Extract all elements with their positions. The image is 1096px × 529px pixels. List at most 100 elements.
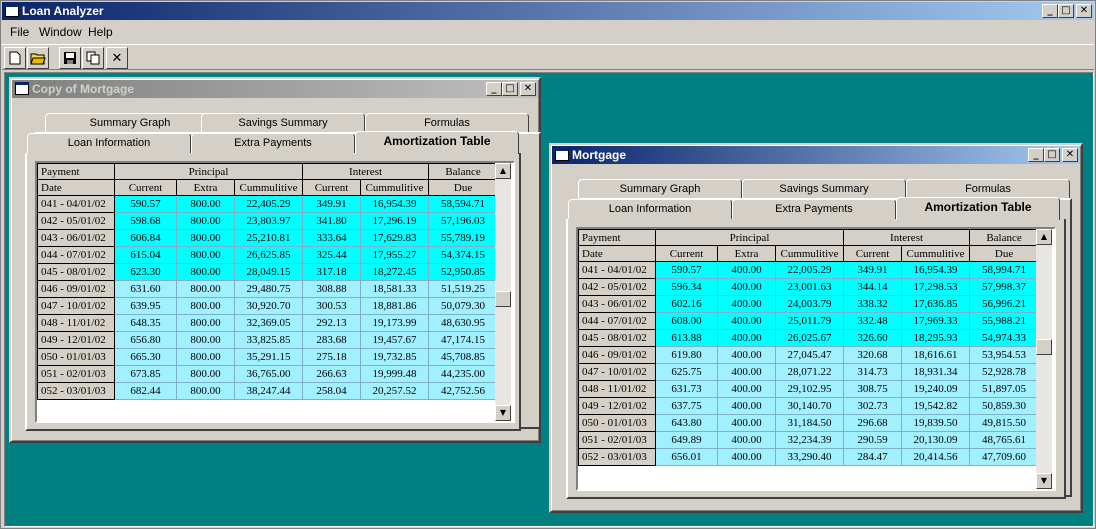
scroll-down-arrow[interactable]: ▼ <box>495 405 511 421</box>
menu-window[interactable]: Window <box>39 25 82 39</box>
table-cell[interactable]: 631.60 <box>114 280 177 298</box>
table-cell[interactable]: 333.64 <box>302 229 362 247</box>
table-cell[interactable]: 16,954.39 <box>901 261 971 279</box>
menu-file[interactable]: File <box>10 25 29 39</box>
table-cell[interactable]: 55,789.19 <box>428 229 499 247</box>
window-titlebar[interactable]: Mortgage _ □ ✕ <box>552 146 1080 164</box>
table-cell[interactable]: 656.80 <box>114 331 177 349</box>
table-cell[interactable]: 619.80 <box>655 346 718 364</box>
table-cell[interactable]: 20,257.52 <box>360 382 430 400</box>
tab-savings-summary[interactable]: Savings Summary <box>201 113 365 134</box>
copy-icon[interactable] <box>82 47 104 69</box>
table-cell[interactable]: 22,005.29 <box>774 261 845 279</box>
table-cell[interactable]: 800.00 <box>176 229 235 247</box>
table-cell[interactable]: 29,102.95 <box>774 380 845 398</box>
maximize-button[interactable]: □ <box>1044 148 1060 162</box>
table-cell[interactable]: 623.30 <box>114 263 177 281</box>
table-cell[interactable]: 19,240.09 <box>901 380 971 398</box>
table-row[interactable]: 042 - 05/01/02 596.34 400.00 23,001.63 344.1… <box>578 278 1040 296</box>
close-button[interactable]: ✕ <box>520 82 536 96</box>
table-row[interactable]: 041 - 04/01/02 590.57 800.00 22,405.29 349.9… <box>37 195 499 213</box>
table-row[interactable]: 046 - 09/01/02 631.60 800.00 29,480.75 308.8… <box>37 280 499 298</box>
table-cell[interactable]: 400.00 <box>717 329 776 347</box>
table-cell[interactable]: 344.14 <box>843 278 903 296</box>
table-cell[interactable]: 19,999.48 <box>360 365 430 383</box>
table-cell[interactable]: 19,732.85 <box>360 348 430 366</box>
table-cell[interactable]: 625.75 <box>655 363 718 381</box>
open-icon[interactable] <box>27 47 49 69</box>
table-cell[interactable]: 58,594.71 <box>428 195 499 213</box>
window-mortgage[interactable]: Mortgage _ □ ✕ Summary Graph Savings Sum… <box>549 143 1083 513</box>
table-cell[interactable]: 18,581.33 <box>360 280 430 298</box>
table-cell[interactable]: 18,295.93 <box>901 329 971 347</box>
table-cell[interactable]: 283.68 <box>302 331 362 349</box>
minimize-button[interactable]: _ <box>486 82 502 96</box>
table-cell[interactable]: 18,616.61 <box>901 346 971 364</box>
table-row[interactable]: 042 - 05/01/02 598.68 800.00 23,803.97 341.8… <box>37 212 499 230</box>
table-cell[interactable]: 30,920.70 <box>233 297 304 315</box>
table-cell[interactable]: 18,931.34 <box>901 363 971 381</box>
table-cell[interactable]: 656.01 <box>655 448 718 466</box>
table-cell[interactable]: 23,803.97 <box>233 212 304 230</box>
table-cell[interactable]: 52,928.78 <box>969 363 1040 381</box>
table-cell[interactable]: 17,298.53 <box>901 278 971 296</box>
table-row[interactable]: 041 - 04/01/02 590.57 400.00 22,005.29 349.9… <box>578 261 1040 279</box>
vertical-scrollbar[interactable]: ▲ ▼ <box>495 163 511 421</box>
table-row[interactable]: 051 - 02/01/03 649.89 400.00 32,234.39 290.5… <box>578 431 1040 449</box>
table-cell[interactable]: 55,988.21 <box>969 312 1040 330</box>
table-cell[interactable]: 292.13 <box>302 314 362 332</box>
minimize-button[interactable]: _ <box>1028 148 1044 162</box>
menu-help[interactable]: Help <box>88 25 113 39</box>
table-cell[interactable]: 19,839.50 <box>901 414 971 432</box>
table-cell[interactable]: 54,974.33 <box>969 329 1040 347</box>
scroll-thumb[interactable] <box>1036 339 1052 355</box>
table-cell[interactable]: 338.32 <box>843 295 903 313</box>
table-cell[interactable]: 266.63 <box>302 365 362 383</box>
table-cell[interactable]: 800.00 <box>176 212 235 230</box>
table-cell[interactable]: 35,291.15 <box>233 348 304 366</box>
table-cell[interactable]: 400.00 <box>717 363 776 381</box>
table-cell[interactable]: 400.00 <box>717 431 776 449</box>
table-cell[interactable]: 258.04 <box>302 382 362 400</box>
scroll-thumb[interactable] <box>495 291 511 307</box>
table-cell[interactable]: 30,140.70 <box>774 397 845 415</box>
table-cell[interactable]: 590.57 <box>655 261 718 279</box>
table-cell[interactable]: 400.00 <box>717 346 776 364</box>
table-cell[interactable]: 349.91 <box>843 261 903 279</box>
table-cell[interactable]: 33,825.85 <box>233 331 304 349</box>
table-cell[interactable]: 51,519.25 <box>428 280 499 298</box>
table-cell[interactable]: 18,272.45 <box>360 263 430 281</box>
table-cell[interactable]: 302.73 <box>843 397 903 415</box>
table-cell[interactable]: 326.60 <box>843 329 903 347</box>
table-cell[interactable]: 308.75 <box>843 380 903 398</box>
table-cell[interactable]: 400.00 <box>717 295 776 313</box>
table-row[interactable]: 043 - 06/01/02 606.84 800.00 25,210.81 333.6… <box>37 229 499 247</box>
table-cell[interactable]: 29,480.75 <box>233 280 304 298</box>
table-cell[interactable]: 52,950.85 <box>428 263 499 281</box>
table-cell[interactable]: 275.18 <box>302 348 362 366</box>
table-cell[interactable]: 38,247.44 <box>233 382 304 400</box>
table-cell[interactable]: 682.44 <box>114 382 177 400</box>
table-cell[interactable]: 19,173.99 <box>360 314 430 332</box>
table-cell[interactable]: 28,049.15 <box>233 263 304 281</box>
table-cell[interactable]: 400.00 <box>717 414 776 432</box>
table-cell[interactable]: 598.68 <box>114 212 177 230</box>
tab-amortization-table[interactable]: Amortization Table <box>896 197 1060 220</box>
table-cell[interactable]: 320.68 <box>843 346 903 364</box>
table-cell[interactable]: 17,636.85 <box>901 295 971 313</box>
table-cell[interactable]: 665.30 <box>114 348 177 366</box>
table-cell[interactable]: 800.00 <box>176 263 235 281</box>
table-cell[interactable]: 300.53 <box>302 297 362 315</box>
table-row[interactable]: 046 - 09/01/02 619.80 400.00 27,045.47 320.6… <box>578 346 1040 364</box>
table-cell[interactable]: 349.91 <box>302 195 362 213</box>
table-row[interactable]: 049 - 12/01/02 637.75 400.00 30,140.70 302.7… <box>578 397 1040 415</box>
table-cell[interactable]: 314.73 <box>843 363 903 381</box>
scroll-down-arrow[interactable]: ▼ <box>1036 473 1052 489</box>
table-cell[interactable]: 17,296.19 <box>360 212 430 230</box>
table-cell[interactable]: 28,071.22 <box>774 363 845 381</box>
table-row[interactable]: 052 - 03/01/03 682.44 800.00 38,247.44 258.0… <box>37 382 499 400</box>
table-cell[interactable]: 800.00 <box>176 331 235 349</box>
table-cell[interactable]: 16,954.39 <box>360 195 430 213</box>
table-cell[interactable]: 48,630.95 <box>428 314 499 332</box>
tab-extra-payments[interactable]: Extra Payments <box>191 133 355 154</box>
